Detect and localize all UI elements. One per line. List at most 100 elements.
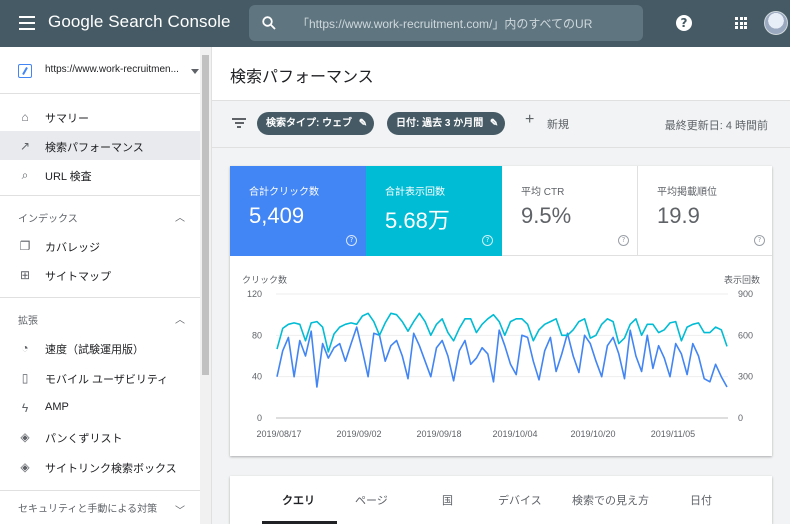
top-app-bar: Google Search Console 「https://www.work-…	[0, 0, 790, 47]
chart-svg: クリック数 表示回数 120 900 80 600 40 300 0 0 2019/08/17 201…	[242, 274, 760, 439]
section-title-index[interactable]: インデックス	[18, 210, 78, 225]
search-icon	[262, 16, 276, 30]
tab-page[interactable]: ページ	[355, 492, 388, 508]
section-title-security[interactable]: セキュリティと手動による対策	[18, 503, 168, 517]
caret-down-icon	[191, 69, 199, 74]
sidebar-item-label: サイトマップ	[45, 271, 111, 283]
chevron-up-icon[interactable]: ︿	[175, 311, 185, 326]
y-tick-label-right: 900	[738, 289, 753, 299]
help-icon[interactable]: ?	[482, 235, 493, 246]
y-tick-label-right: 600	[738, 330, 753, 340]
metric-label: 合計表示回数	[385, 187, 445, 198]
speed-icon: ◔	[21, 341, 29, 355]
sidebar-item-label: モバイル ユーザビリティ	[45, 374, 169, 386]
sidebar-item-label: パンくずリスト	[45, 433, 123, 445]
apps-grid-icon[interactable]	[735, 17, 747, 29]
metric-total-clicks[interactable]: 合計クリック数 5,409 ?	[230, 166, 366, 256]
divider	[0, 195, 200, 196]
sidebar-scrollbar[interactable]	[200, 47, 211, 524]
trending-icon: ↗	[19, 139, 31, 153]
divider	[0, 490, 200, 491]
sidebar-item-label: サイトリンク検索ボックス	[45, 463, 177, 475]
sidebar-item-breadcrumbs[interactable]: ◈ パンくずリスト	[0, 422, 200, 451]
chip-label: 日付: 過去 3 か月間	[396, 118, 484, 129]
sidebar-item-coverage[interactable]: ❐ カバレッジ	[0, 231, 200, 260]
x-tick-label: 2019/10/20	[570, 429, 615, 439]
section-title-enhancements[interactable]: 拡張	[18, 312, 38, 327]
edit-icon: ✎	[358, 118, 368, 129]
sidebar-item-summary[interactable]: ⌂ サマリー	[0, 102, 200, 131]
help-icon[interactable]: ?	[618, 235, 629, 246]
menu-icon[interactable]	[19, 16, 35, 30]
x-tick-label: 2019/08/17	[256, 429, 301, 439]
edit-icon: ✎	[489, 118, 499, 129]
sitemap-icon: ⊞	[19, 268, 31, 282]
sidebar-item-search-performance[interactable]: ↗ 検索パフォーマンス	[0, 131, 200, 160]
x-tick-label: 2019/10/04	[492, 429, 537, 439]
copy-icon: ❐	[19, 239, 31, 253]
chevron-down-icon[interactable]: ﹀	[175, 502, 185, 517]
y-axis-label-right: 表示回数	[724, 274, 760, 285]
property-selector[interactable]: https://www.work-recruitmen...	[0, 47, 211, 94]
chevron-up-icon[interactable]: ︿	[175, 209, 185, 224]
scrollbar-thumb[interactable]	[202, 55, 209, 375]
y-tick-label-left: 80	[252, 330, 262, 340]
tab-device[interactable]: デバイス	[498, 492, 542, 508]
tab-country[interactable]: 国	[442, 492, 453, 508]
sidebar-item-label: 速度（試験運用版）	[45, 344, 144, 356]
sidebar-item-mobile-usability[interactable]: ▯ モバイル ユーザビリティ	[0, 363, 200, 392]
sidebar-item-sitelinks-searchbox[interactable]: ◈ サイトリンク検索ボックス	[0, 452, 200, 481]
sidebar-item-sitemaps[interactable]: ⊞ サイトマップ	[0, 260, 200, 289]
search-placeholder: 「https://www.work-recruitment.com/」内のすべて…	[297, 17, 593, 31]
home-icon: ⌂	[21, 110, 29, 124]
sidebar-item-label: カバレッジ	[45, 242, 100, 254]
x-tick-label: 2019/09/02	[336, 429, 381, 439]
sidebar-item-speed[interactable]: ◔ 速度（試験運用版）	[0, 333, 200, 362]
date-chip[interactable]: 日付: 過去 3 か月間 ✎	[387, 112, 506, 135]
dimension-tabs: クエリ ページ 国 デバイス 検索での見え方 日付	[230, 476, 772, 524]
sidebar-item-url-inspection[interactable]: ⌕ URL 検査	[0, 160, 200, 189]
y-tick-label-right: 300	[738, 372, 753, 382]
avatar[interactable]	[764, 11, 788, 35]
sidebar-item-label: サマリー	[45, 113, 89, 125]
metric-value: 19.9	[657, 203, 700, 228]
filter-icon[interactable]	[232, 118, 246, 128]
mobile-icon: ▯	[21, 371, 29, 385]
performance-card: 合計クリック数 5,409 ? 合計表示回数 5.68万 ? 平均 CTR 9.…	[230, 166, 772, 456]
metric-total-impressions[interactable]: 合計表示回数 5.68万 ?	[366, 166, 502, 256]
help-icon[interactable]: ?	[346, 235, 357, 246]
metric-average-ctr[interactable]: 平均 CTR 9.5% ?	[502, 166, 638, 256]
app-title[interactable]: Google Search Console	[48, 12, 231, 32]
filter-bar: 検索タイプ: ウェブ ✎ 日付: 過去 3 か月間 ✎ + 新規 最終更新日: …	[212, 101, 790, 148]
metric-label: 合計クリック数	[249, 187, 319, 198]
x-tick-label: 2019/11/05	[651, 429, 695, 439]
plus-icon: +	[525, 111, 535, 128]
metric-label: 平均掲載順位	[657, 187, 717, 198]
sidebar-item-label: 検索パフォーマンス	[45, 142, 144, 154]
y-tick-label-left: 120	[247, 289, 262, 299]
search-icon: ⌕	[21, 168, 29, 182]
tab-query[interactable]: クエリ	[282, 492, 315, 508]
search-type-chip[interactable]: 検索タイプ: ウェブ ✎	[257, 112, 375, 135]
performance-chart[interactable]: クリック数 表示回数 120 900 80 600 40 300 0 0 2019/08/17 201…	[230, 256, 772, 456]
metric-average-position[interactable]: 平均掲載順位 19.9 ?	[638, 166, 772, 256]
search-input[interactable]: 「https://www.work-recruitment.com/」内のすべて…	[249, 5, 643, 41]
sidebar-item-label: URL 検査	[45, 171, 92, 183]
chip-label: 検索タイプ: ウェブ	[266, 118, 353, 129]
page-title: 検索パフォーマンス	[230, 69, 374, 86]
help-icon[interactable]: ?	[676, 15, 692, 31]
sidebar-item-label: AMP	[45, 401, 69, 413]
series-line-clicks	[276, 326, 728, 388]
last-updated: 最終更新日: 4 時間前	[664, 120, 768, 132]
bolt-icon: ϟ	[21, 401, 29, 415]
tab-search-appearance[interactable]: 検索での見え方	[572, 492, 649, 508]
metric-label: 平均 CTR	[521, 187, 565, 198]
metric-value: 5.68万	[385, 208, 450, 233]
metric-value: 5,409	[249, 203, 305, 228]
new-label: 新規	[547, 119, 569, 131]
sidebar-item-amp[interactable]: ϟ AMP	[0, 393, 200, 422]
metric-value: 9.5%	[521, 203, 572, 228]
sidebar: https://www.work-recruitmen... ⌂ サマリー ↗ …	[0, 47, 212, 524]
help-icon[interactable]: ?	[754, 235, 765, 246]
tab-date[interactable]: 日付	[690, 492, 712, 508]
